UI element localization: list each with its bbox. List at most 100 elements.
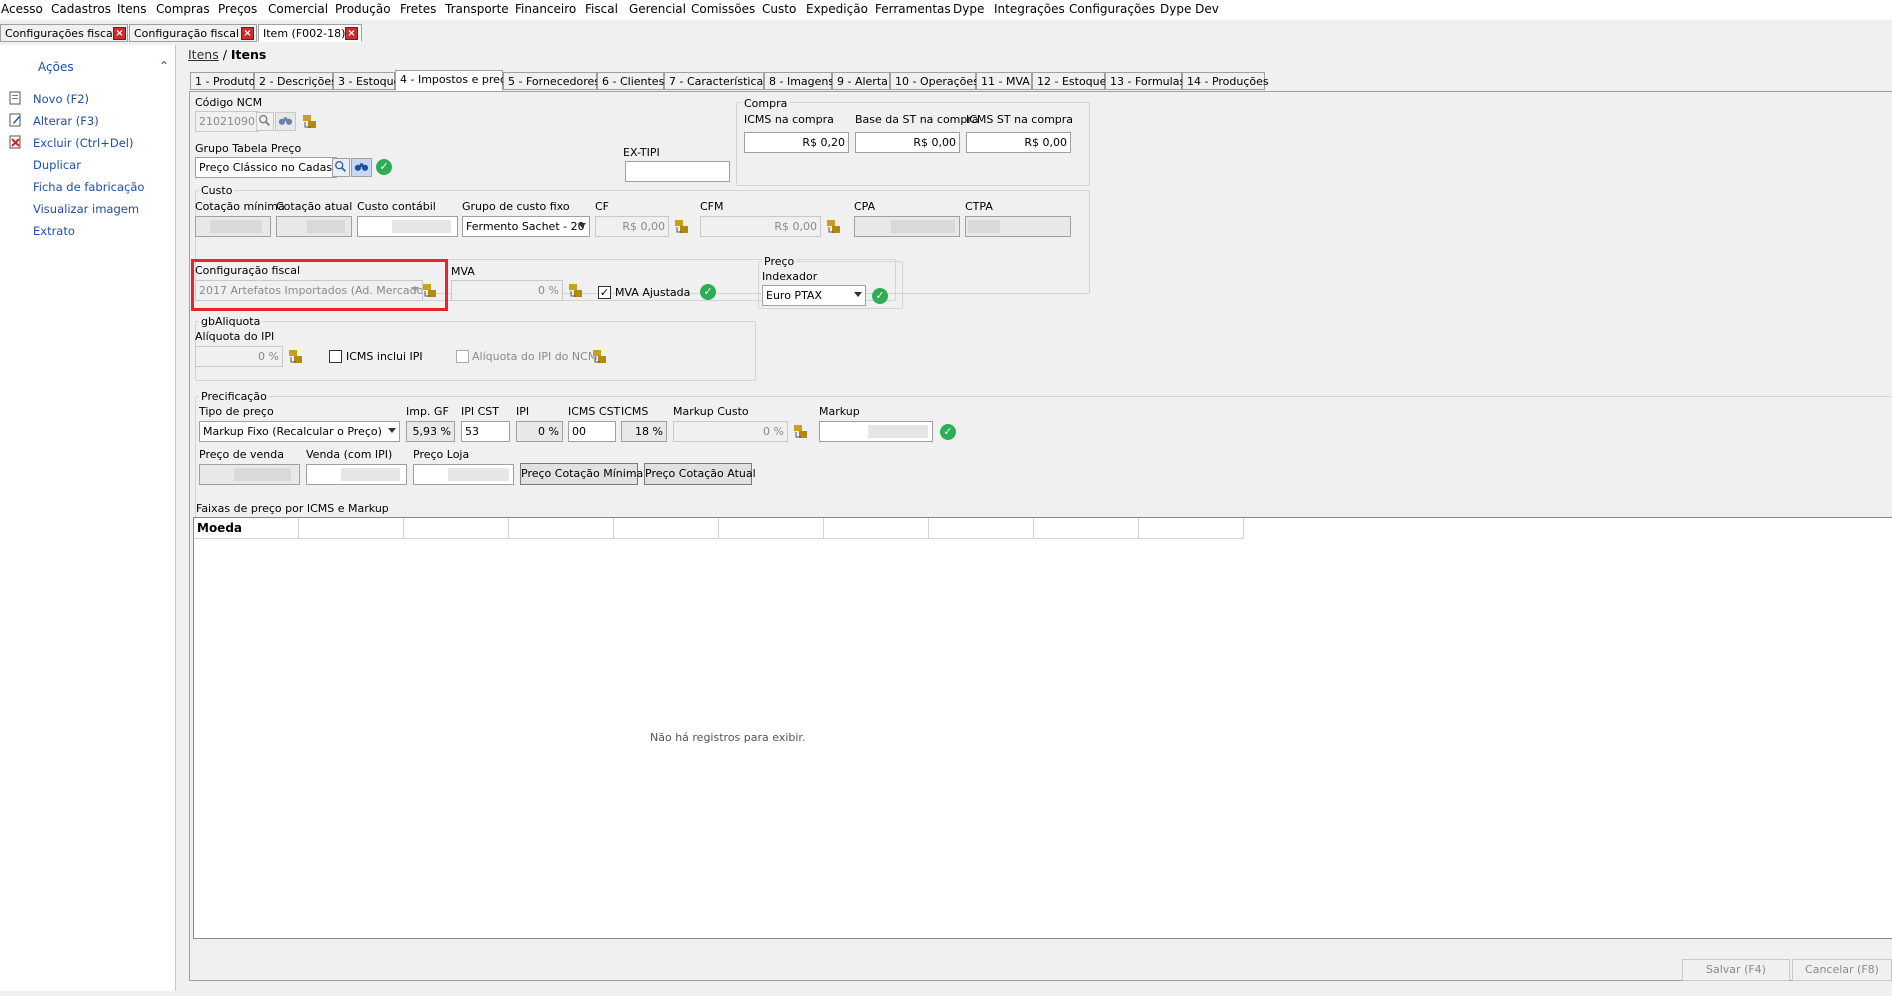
menu-fretes[interactable]: Fretes: [400, 2, 436, 16]
menu-precos[interactable]: Preços: [218, 2, 257, 16]
menu-acesso[interactable]: Acesso: [1, 2, 43, 16]
menu-producao[interactable]: Produção: [335, 2, 391, 16]
config-fiscal-select[interactable]: 2017 Artefatos Importados (Ad. Mercado: [195, 280, 423, 301]
tab-produto[interactable]: 1 - Produto: [190, 72, 255, 90]
tab-caracteristicas[interactable]: 7 - Características: [664, 72, 769, 90]
custo-contabil-input[interactable]: [357, 216, 458, 237]
aliquota-ncm-checkbox[interactable]: [456, 350, 469, 363]
indexador-select[interactable]: Euro PTAX: [762, 285, 866, 306]
menu-custo[interactable]: Custo: [762, 2, 796, 16]
imp-gf-input[interactable]: 5,93 %: [406, 421, 455, 442]
tipo-preco-select[interactable]: Markup Fixo (Recalcular o Preço): [199, 421, 400, 442]
grid-col[interactable]: [719, 518, 824, 539]
picker-icon[interactable]: [674, 219, 690, 235]
tab-clientes[interactable]: 6 - Clientes: [597, 72, 664, 90]
tab-fornecedores[interactable]: 5 - Fornecedores: [503, 72, 600, 90]
grid-col[interactable]: [929, 518, 1034, 539]
grid-col[interactable]: [614, 518, 719, 539]
picker-icon[interactable]: [422, 283, 438, 299]
cotacao-minima-input[interactable]: [195, 216, 271, 237]
picker-icon[interactable]: [302, 114, 318, 130]
picker-icon[interactable]: [592, 349, 608, 365]
preco-cotacao-minima-button[interactable]: Preço Cotação Mínima: [520, 463, 643, 485]
preco-cotacao-atual-button[interactable]: Preço Cotação Atual: [644, 463, 756, 485]
preco-loja-input[interactable]: [413, 464, 514, 485]
close-icon[interactable]: ×: [345, 27, 358, 40]
grupo-tabela-input[interactable]: Preço Clássico no Cadastro: [195, 157, 337, 178]
picker-icon[interactable]: [568, 283, 584, 299]
picker-icon[interactable]: [288, 349, 304, 365]
grid-col[interactable]: [509, 518, 614, 539]
icms-compra-input[interactable]: R$ 0,20: [744, 132, 849, 153]
picker-icon[interactable]: [826, 219, 842, 235]
save-button[interactable]: Salvar (F4): [1682, 959, 1790, 981]
menu-financeiro[interactable]: Financeiro: [515, 2, 576, 16]
action-visualizar-imagem[interactable]: Visualizar imagem: [33, 202, 139, 216]
tab-producoes[interactable]: 14 - Produções: [1182, 72, 1269, 90]
icms-cst-input[interactable]: 00: [568, 421, 616, 442]
doc-tab-configuracao-fiscal[interactable]: Configuração fiscal () ×: [129, 24, 257, 42]
action-duplicar[interactable]: Duplicar: [33, 158, 81, 172]
mva-ajustada-checkbox[interactable]: ✓: [598, 286, 611, 299]
ex-tipi-input[interactable]: [625, 161, 730, 182]
tab-mva[interactable]: 11 - MVA: [976, 72, 1032, 90]
picker-icon[interactable]: [793, 424, 809, 440]
binoculars-icon[interactable]: [351, 158, 372, 177]
binoculars-icon[interactable]: [275, 112, 296, 131]
ipi-input[interactable]: 0 %: [516, 421, 563, 442]
ctpa-input[interactable]: [965, 216, 1071, 237]
venda-ipi-input[interactable]: [306, 464, 407, 485]
tab-imagens[interactable]: 8 - Imagens: [764, 72, 834, 90]
tab-impostos-preco[interactable]: 4 - Impostos e preço: [395, 70, 513, 91]
tab-operacoes[interactable]: 10 - Operações: [890, 72, 979, 90]
menu-ferramentas[interactable]: Ferramentas: [875, 2, 951, 16]
icms-st-input[interactable]: R$ 0,00: [966, 132, 1071, 153]
grid-col[interactable]: [824, 518, 929, 539]
tab-estoque[interactable]: 3 - Estoque: [333, 72, 400, 90]
menu-compras[interactable]: Compras: [156, 2, 210, 16]
icms-input[interactable]: 18 %: [621, 421, 667, 442]
menu-dype[interactable]: Dype: [953, 2, 984, 16]
close-icon[interactable]: ×: [241, 27, 254, 40]
search-icon[interactable]: [256, 112, 274, 131]
menu-comissoes[interactable]: Comissões: [691, 2, 755, 16]
tab-alerta[interactable]: 9 - Alerta: [832, 72, 890, 90]
menu-itens[interactable]: Itens: [117, 2, 146, 16]
cancel-button[interactable]: Cancelar (F8): [1792, 959, 1892, 981]
tab-formulas[interactable]: 13 - Formulas: [1105, 72, 1185, 90]
breadcrumb-parent[interactable]: Itens: [188, 47, 219, 62]
menu-configuracoes[interactable]: Configurações: [1069, 2, 1155, 16]
collapse-chevron-icon[interactable]: ⌃: [159, 59, 169, 73]
menu-integracoes[interactable]: Integrações: [994, 2, 1065, 16]
doc-tab-item[interactable]: Item (F002-18) ×: [258, 24, 362, 42]
menu-comercial[interactable]: Comercial: [268, 2, 328, 16]
tab-estoque-12[interactable]: 12 - Estoque: [1032, 72, 1106, 90]
grid-col[interactable]: [1034, 518, 1139, 539]
menu-transporte[interactable]: Transporte: [445, 2, 509, 16]
action-novo[interactable]: Novo (F2): [33, 92, 89, 106]
base-st-input[interactable]: R$ 0,00: [855, 132, 960, 153]
grid-col[interactable]: [404, 518, 509, 539]
menu-gerencial[interactable]: Gerencial: [629, 2, 686, 16]
menu-fiscal[interactable]: Fiscal: [585, 2, 618, 16]
ipi-cst-input[interactable]: 53: [461, 421, 510, 442]
grupo-custo-select[interactable]: Fermento Sachet - 20: [462, 216, 590, 237]
search-icon[interactable]: [332, 158, 350, 177]
cf-input[interactable]: R$ 0,00: [595, 216, 669, 237]
close-icon[interactable]: ×: [113, 27, 126, 40]
menu-cadastros[interactable]: Cadastros: [51, 2, 111, 16]
icms-inclui-ipi-checkbox[interactable]: [329, 350, 342, 363]
mva-input[interactable]: 0 %: [451, 280, 563, 301]
action-excluir[interactable]: Excluir (Ctrl+Del): [33, 136, 133, 150]
menu-dype-dev[interactable]: Dype Dev: [1160, 2, 1219, 16]
grid-col[interactable]: [1139, 518, 1244, 539]
cpa-input[interactable]: [854, 216, 960, 237]
markup-custo-input[interactable]: 0 %: [673, 421, 788, 442]
preco-venda-input[interactable]: [199, 464, 300, 485]
action-alterar[interactable]: Alterar (F3): [33, 114, 99, 128]
aliquota-ipi-input[interactable]: 0 %: [195, 346, 283, 367]
ncm-input[interactable]: 21021090: [195, 111, 259, 132]
grid-col-moeda[interactable]: Moeda: [194, 518, 299, 539]
action-ficha-fabricacao[interactable]: Ficha de fabricação: [33, 180, 144, 194]
doc-tab-configuracoes-fiscais[interactable]: Configurações fiscais ×: [0, 24, 128, 42]
